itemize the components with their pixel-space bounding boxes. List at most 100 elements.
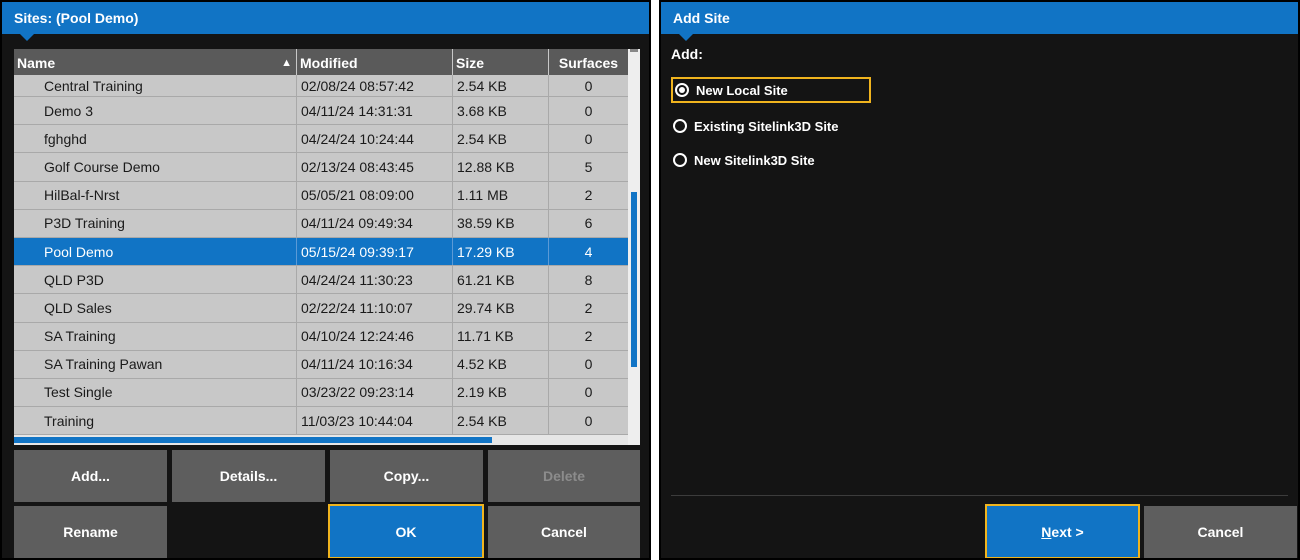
radio-existing-sitelink3d-site[interactable]: Existing Sitelink3D Site [671, 113, 839, 139]
column-header-surfaces[interactable]: Surfaces [549, 49, 628, 75]
cell-name: Demo 3 [14, 97, 297, 125]
horizontal-scrollbar[interactable] [14, 435, 628, 445]
next-button[interactable]: Next > [985, 504, 1140, 558]
cell-surfaces: 0 [584, 102, 593, 119]
cell-size: 2.54 KB [453, 75, 549, 96]
cell-name: QLD Sales [14, 294, 297, 322]
cell-surfaces: 2 [584, 187, 593, 204]
title-notch-icon [679, 34, 693, 41]
cell-surfaces: 2 [584, 299, 593, 316]
cancel-button[interactable]: Cancel [488, 506, 640, 558]
cell-surfaces: 0 [584, 384, 593, 401]
table-row[interactable]: Central Training 02/08/24 08:57:42 2.54 KB… [14, 75, 628, 97]
cell-surfaces: 4 [584, 243, 593, 260]
ok-button[interactable]: OK [328, 504, 484, 558]
cell-size: 3.68 KB [453, 97, 549, 125]
cell-surfaces: 0 [584, 77, 593, 94]
cell-modified: 05/15/24 09:39:17 [297, 237, 453, 266]
column-header-modified[interactable]: Modified [297, 49, 453, 75]
cell-modified: 04/24/24 11:30:23 [297, 266, 453, 294]
table-row[interactable]: HilBal-f-Nrst 05/05/21 08:09:00 1.11 MB 2 [14, 181, 628, 210]
radio-selected-icon [675, 83, 689, 97]
dialog-title-text: Sites: (Pool Demo) [14, 10, 139, 26]
cell-size: 38.59 KB [453, 209, 549, 237]
cell-size: 2.54 KB [453, 125, 549, 153]
cell-surfaces: 5 [584, 158, 593, 175]
table-row[interactable]: P3D Training 04/11/24 09:49:34 38.59 KB 6 [14, 209, 628, 238]
cell-name: HilBal-f-Nrst [14, 181, 297, 209]
add-site-dialog: Add Site Add: New Local Site Existing Si… [659, 0, 1300, 560]
cell-name: Golf Course Demo [14, 153, 297, 181]
table-body: Central Training 02/08/24 08:57:42 2.54 KB… [14, 75, 628, 436]
cell-surfaces: 6 [584, 215, 593, 232]
radio-unselected-icon [673, 153, 687, 167]
cell-name: QLD P3D [14, 266, 297, 294]
cell-surfaces: 8 [584, 271, 593, 288]
cell-surfaces: 0 [584, 412, 593, 429]
add-button[interactable]: Add... [14, 450, 167, 502]
cell-size: 11.71 KB [453, 322, 549, 350]
cell-modified: 04/10/24 12:24:46 [297, 322, 453, 350]
table-row[interactable]: QLD Sales 02/22/24 11:10:07 29.74 KB 2 [14, 294, 628, 323]
add-label: Add: [671, 46, 703, 62]
table-header: Name ▲ Modified Size Surfaces [14, 49, 628, 75]
radio-unselected-icon [673, 119, 687, 133]
cell-name: Pool Demo [14, 237, 297, 266]
cell-surfaces: 0 [584, 130, 593, 147]
vertical-scrollbar[interactable] [628, 49, 640, 445]
cell-size: 17.29 KB [453, 237, 549, 266]
cell-name: SA Training Pawan [14, 350, 297, 378]
cell-size: 12.88 KB [453, 153, 549, 181]
radio-new-local-site[interactable]: New Local Site [671, 77, 871, 103]
radio-new-sitelink3d-site[interactable]: New Sitelink3D Site [671, 147, 815, 173]
column-header-size[interactable]: Size [453, 49, 549, 75]
table-row[interactable]: Test Single 03/23/22 09:23:14 2.19 KB 0 [14, 378, 628, 408]
horizontal-scroll-thumb[interactable] [14, 437, 492, 443]
cell-size: 2.54 KB [453, 407, 549, 435]
sites-dialog-title: Sites: (Pool Demo) [2, 2, 649, 41]
cell-size: 61.21 KB [453, 266, 549, 294]
cell-modified: 11/03/23 10:44:04 [297, 407, 453, 435]
footer-divider [671, 495, 1288, 496]
table-row[interactable]: Demo 3 04/11/24 14:31:31 3.68 KB 0 [14, 97, 628, 126]
cell-surfaces: 0 [584, 356, 593, 373]
delete-button[interactable]: Delete [488, 450, 640, 502]
cell-modified: 04/11/24 14:31:31 [297, 97, 453, 125]
cancel-button[interactable]: Cancel [1144, 506, 1297, 558]
cell-size: 2.19 KB [453, 378, 549, 407]
cell-size: 1.11 MB [453, 181, 549, 209]
cell-name: Central Training [14, 75, 297, 96]
cell-modified: 02/08/24 08:57:42 [297, 75, 453, 96]
table-row[interactable]: fghghd 04/24/24 10:24:44 2.54 KB 0 [14, 125, 628, 154]
sites-dialog: Sites: (Pool Demo) Name ▲ Modified Size … [0, 0, 651, 560]
sites-table: Name ▲ Modified Size Surfaces Central Tr… [14, 49, 640, 445]
dialog-title-text: Add Site [673, 10, 730, 26]
cell-modified: 04/11/24 10:16:34 [297, 350, 453, 378]
cell-name: SA Training [14, 322, 297, 350]
scrollbar-top-cap [630, 49, 638, 52]
table-row[interactable]: Pool Demo 05/15/24 09:39:17 17.29 KB 4 [14, 237, 628, 267]
cell-modified: 05/05/21 08:09:00 [297, 181, 453, 209]
title-notch-icon [20, 34, 34, 41]
table-row[interactable]: Training 11/03/23 10:44:04 2.54 KB 0 [14, 407, 628, 436]
copy-button[interactable]: Copy... [330, 450, 483, 502]
cell-surfaces: 2 [584, 328, 593, 345]
sort-ascending-icon: ▲ [281, 57, 292, 69]
details-button[interactable]: Details... [172, 450, 325, 502]
table-row[interactable]: Golf Course Demo 02/13/24 08:43:45 12.88 K… [14, 153, 628, 182]
table-row[interactable]: QLD P3D 04/24/24 11:30:23 61.21 KB 8 [14, 266, 628, 295]
table-row[interactable]: SA Training 04/10/24 12:24:46 11.71 KB 2 [14, 322, 628, 351]
table-row[interactable]: SA Training Pawan 04/11/24 10:16:34 4.52 K… [14, 350, 628, 379]
cell-size: 4.52 KB [453, 350, 549, 378]
vertical-scroll-thumb[interactable] [631, 192, 637, 367]
column-header-name[interactable]: Name ▲ [14, 49, 297, 75]
cell-modified: 03/23/22 09:23:14 [297, 378, 453, 407]
cell-modified: 02/22/24 11:10:07 [297, 294, 453, 322]
cell-size: 29.74 KB [453, 294, 549, 322]
rename-button[interactable]: Rename [14, 506, 167, 558]
cell-modified: 04/24/24 10:24:44 [297, 125, 453, 153]
cell-modified: 04/11/24 09:49:34 [297, 209, 453, 237]
cell-name: fghghd [14, 125, 297, 153]
cell-name: P3D Training [14, 209, 297, 237]
add-site-dialog-title: Add Site [661, 2, 1298, 41]
